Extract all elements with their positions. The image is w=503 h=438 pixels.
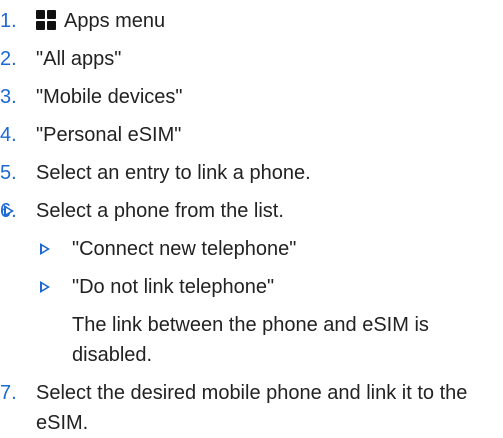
step-text: Select the desired mobile phone and link… <box>36 382 468 434</box>
step-4: 4. "Personal eSIM" <box>0 120 503 150</box>
step-3: 3. "Mobile devices" <box>0 82 503 112</box>
step-5: 5. Select an entry to link a phone. <box>0 158 503 188</box>
option-text: "Do not link telephone" <box>72 276 275 298</box>
step-text: "Personal eSIM" <box>36 124 182 146</box>
step-text: Select an entry to link a phone. <box>36 162 311 184</box>
step-number: 4. <box>0 124 17 146</box>
apps-grid-icon <box>36 10 56 30</box>
step-7: 7. Select the desired mobile phone and l… <box>0 378 503 438</box>
step-number: 3. <box>0 86 17 108</box>
step-1: 1. Apps menu <box>0 6 503 36</box>
option-note: The link between the phone and eSIM is d… <box>72 314 429 366</box>
step-number: 7. <box>0 382 17 404</box>
step-text: "Mobile devices" <box>36 86 183 108</box>
step-number: 5. <box>0 162 17 184</box>
step-text: Apps menu <box>64 10 166 32</box>
step-text: "All apps" <box>36 48 122 70</box>
triangle-bullet-icon <box>40 281 50 293</box>
instruction-steps: 1. Apps menu 2. "All apps" 3. "Mobile de… <box>0 6 503 438</box>
option-do-not-link: "Do not link telephone" <box>36 272 503 302</box>
option-text: "Connect new telephone" <box>72 238 297 260</box>
option-connect-new: "Connect new telephone" <box>36 234 503 264</box>
step-number: 1. <box>0 10 17 32</box>
instruction-page: 1. Apps menu 2. "All apps" 3. "Mobile de… <box>0 0 503 434</box>
step-number: 2. <box>0 48 17 70</box>
option-text: Select a phone from the list. <box>36 200 284 222</box>
step-2: 2. "All apps" <box>0 44 503 74</box>
step-6: 6. Select a phone from the list. "Connec… <box>0 196 503 370</box>
triangle-bullet-icon <box>4 205 14 217</box>
option-select-phone: Select a phone from the list. <box>0 196 503 226</box>
triangle-bullet-icon <box>40 243 50 255</box>
